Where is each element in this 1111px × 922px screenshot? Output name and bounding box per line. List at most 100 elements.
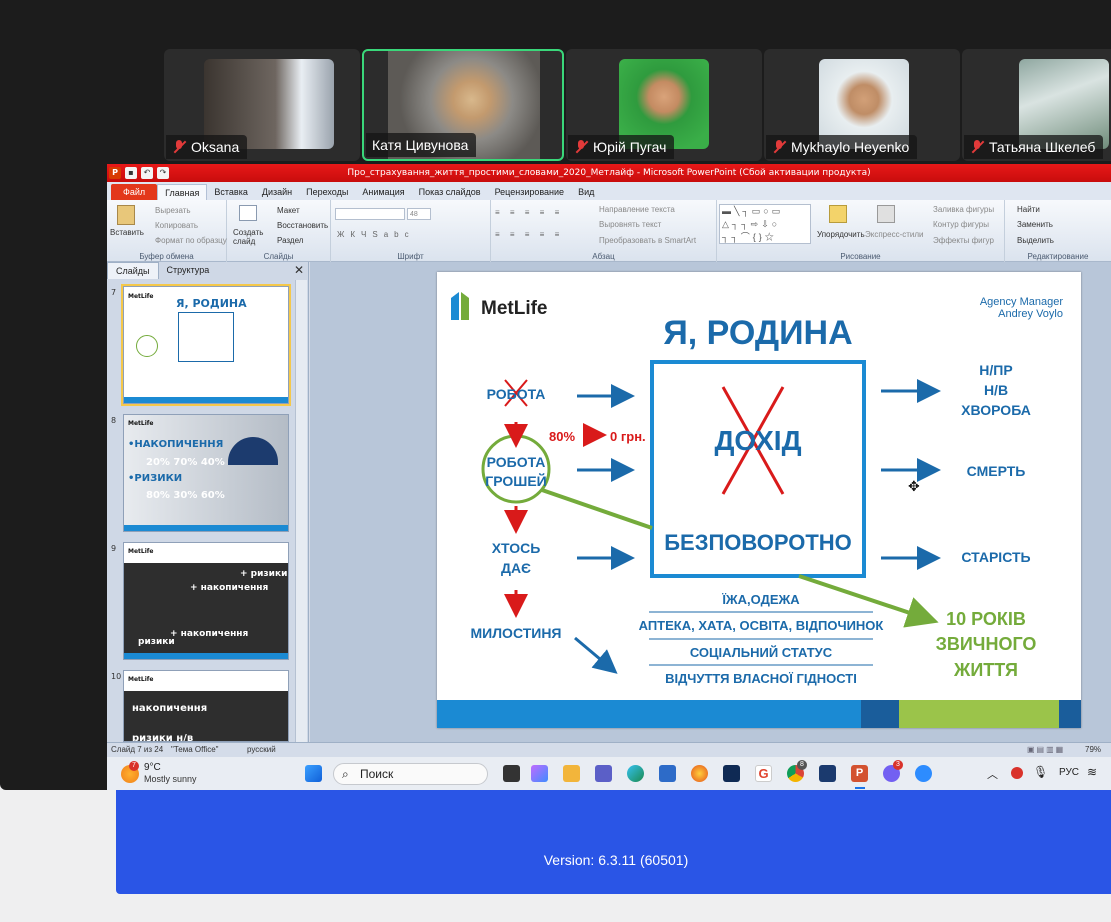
format-painter-button[interactable]: Формат по образцу: [155, 236, 227, 245]
money-label-1: РОБОТА: [486, 454, 546, 470]
zoom-level[interactable]: 79%: [1085, 743, 1101, 757]
participant-tile-mykhaylo[interactable]: Mykhaylo Heyenko: [764, 49, 960, 161]
thumb-text: 20% 70% 40%: [146, 457, 225, 468]
tab-insert[interactable]: Вставка: [207, 184, 254, 200]
firefox-icon[interactable]: [691, 765, 708, 782]
redo-icon[interactable]: ↷: [157, 167, 169, 179]
windows-taskbar: 7 9°C Mostly sunny ⌕ Поиск G 8 P 3 ︿ 🎙 Р…: [107, 757, 1111, 790]
slide-thumbnail-9[interactable]: MetLife + ризики + накопичення ризики + …: [123, 542, 289, 660]
store-icon[interactable]: [659, 765, 676, 782]
zoom-icon[interactable]: [915, 765, 932, 782]
copy-button[interactable]: Копировать: [155, 221, 198, 230]
cut-button[interactable]: Вырезать: [155, 206, 191, 215]
shape-outline-button[interactable]: Контур фигуры: [933, 220, 989, 229]
section-button[interactable]: Раздел: [277, 236, 303, 245]
editing-group: Найти Заменить Выделить Редактирование: [1005, 200, 1111, 262]
tab-home[interactable]: Главная: [157, 184, 208, 200]
tray-app-icon[interactable]: [1011, 767, 1023, 779]
arrange-button[interactable]: Упорядочить: [817, 230, 865, 239]
teams-icon[interactable]: [595, 765, 612, 782]
copilot-icon[interactable]: [531, 765, 548, 782]
task-view-icon[interactable]: [503, 765, 520, 782]
powerpoint-taskbar-icon[interactable]: P: [851, 765, 868, 782]
years-label-3: ЖИТТЯ: [954, 660, 1018, 680]
tab-slideshow[interactable]: Показ слайдов: [412, 184, 488, 200]
input-language[interactable]: РУС: [1059, 767, 1079, 778]
tab-slides[interactable]: Слайды: [107, 262, 159, 279]
start-icon[interactable]: [305, 765, 322, 782]
view-buttons[interactable]: ▣▤▥▦: [1027, 743, 1077, 757]
thumb-title: Я, РОДИНА: [176, 297, 247, 310]
app-icon[interactable]: [819, 765, 836, 782]
search-box[interactable]: ⌕ Поиск: [333, 763, 488, 785]
smartart-button[interactable]: Преобразовать в SmartArt: [599, 236, 696, 245]
shapes-gallery[interactable]: ▬╲┐▭○▭ △┐┐⇨⇩○ ┐┐⌒{}☆: [719, 204, 811, 244]
tab-review[interactable]: Рецензирование: [488, 184, 572, 200]
tab-animation[interactable]: Анимация: [355, 184, 411, 200]
mic-muted-icon: [574, 140, 588, 154]
save-icon[interactable]: ▪: [125, 167, 137, 179]
shape-fill-button[interactable]: Заливка фигуры: [933, 205, 994, 214]
font-name-select[interactable]: [335, 208, 405, 220]
align-buttons[interactable]: ≡ ≡ ≡ ≡ ≡: [495, 230, 595, 240]
ribbon: Вставить Вырезать Копировать Формат по о…: [107, 200, 1111, 262]
years-label-1: 10 РОКІВ: [946, 609, 1026, 629]
participant-tile-yuriy[interactable]: Юрій Пугач: [566, 49, 762, 161]
tab-view[interactable]: Вид: [571, 184, 601, 200]
mic-muted-icon: [970, 140, 984, 154]
thumb-logo: MetLife: [128, 548, 154, 555]
viber-badge: 3: [893, 760, 903, 770]
shape-effects-button[interactable]: Эффекты фигур: [933, 236, 994, 245]
participant-tile-tatyana[interactable]: Татьяна Шкелеб: [962, 49, 1111, 161]
slide-title: Я, РОДИНА: [663, 314, 853, 352]
robota-label: РОБОТА: [486, 386, 546, 402]
new-slide-button[interactable]: Создать слайд: [233, 228, 269, 246]
thumb-text: •РИЗИКИ: [128, 473, 183, 484]
list-item: ЇЖА,ОДЕЖА: [722, 592, 800, 607]
thumb-text: ризики н/в: [132, 733, 194, 742]
reset-button[interactable]: Восстановить: [277, 221, 328, 230]
thumb-text: •НАКОПИЧЕННЯ: [128, 439, 224, 450]
participant-tile-katya[interactable]: Катя Цивунова: [362, 49, 564, 161]
participant-tile-oksana[interactable]: Oksana: [164, 49, 360, 161]
slide-thumbnail-10[interactable]: MetLife накопичення ризики н/в: [123, 670, 289, 742]
font-size-select[interactable]: 48: [407, 208, 431, 220]
layout-button[interactable]: Макет: [277, 206, 300, 215]
paste-button[interactable]: Вставить: [110, 228, 144, 237]
replace-button[interactable]: Заменить: [1017, 220, 1053, 229]
risk-label-1: Н/ПР: [979, 362, 1013, 378]
tab-transitions[interactable]: Переходы: [299, 184, 355, 200]
undo-icon[interactable]: ↶: [141, 167, 153, 179]
microphone-icon[interactable]: 🎙: [1033, 765, 1048, 779]
edge-icon[interactable]: [627, 765, 644, 782]
find-button[interactable]: Найти: [1017, 205, 1040, 214]
close-panel-icon[interactable]: ✕: [294, 263, 304, 277]
participant-name: Татьяна Шкелеб: [989, 139, 1096, 155]
group-label: Редактирование: [1027, 252, 1089, 261]
tab-design[interactable]: Дизайн: [255, 184, 299, 200]
wifi-icon[interactable]: ≋: [1087, 765, 1097, 779]
tab-file[interactable]: Файл: [111, 184, 158, 200]
slide-thumbnail-7[interactable]: MetLife Я, РОДИНА: [121, 284, 291, 406]
irrevocably-label: БЕЗПОВОРОТНО: [664, 530, 852, 555]
participant-name-bar: Юрій Пугач: [568, 135, 675, 159]
tab-outline[interactable]: Структура: [159, 262, 218, 279]
participant-name: Катя Цивунова: [372, 137, 469, 153]
file-explorer-icon[interactable]: [563, 765, 580, 782]
thumb-text: + ризики: [240, 569, 288, 579]
select-button[interactable]: Выделить: [1017, 236, 1054, 245]
app-icon[interactable]: [723, 765, 740, 782]
slide-number: 9: [111, 544, 117, 553]
slide-thumbnail-8[interactable]: MetLife •НАКОПИЧЕННЯ 20% 70% 40% •РИЗИКИ…: [123, 414, 289, 532]
align-text-button[interactable]: Выровнять текст: [599, 220, 661, 229]
someone-label-1: ХТОСЬ: [491, 540, 541, 556]
google-icon[interactable]: G: [755, 765, 772, 782]
thumb-text: + накопичення: [170, 629, 249, 639]
list-buttons[interactable]: ≡ ≡ ≡ ≡ ≡: [495, 208, 595, 218]
tray-chevron-icon[interactable]: ︿: [987, 766, 998, 782]
quick-styles-button[interactable]: Экспресс-стили: [865, 230, 924, 239]
font-format-buttons[interactable]: ЖКЧSabc: [337, 230, 477, 240]
panel-scrollbar[interactable]: [295, 280, 307, 742]
text-direction-button[interactable]: Направление текста: [599, 205, 675, 214]
current-slide[interactable]: MetLife Agency Manager Andrey Voylo Я, Р…: [437, 272, 1081, 728]
